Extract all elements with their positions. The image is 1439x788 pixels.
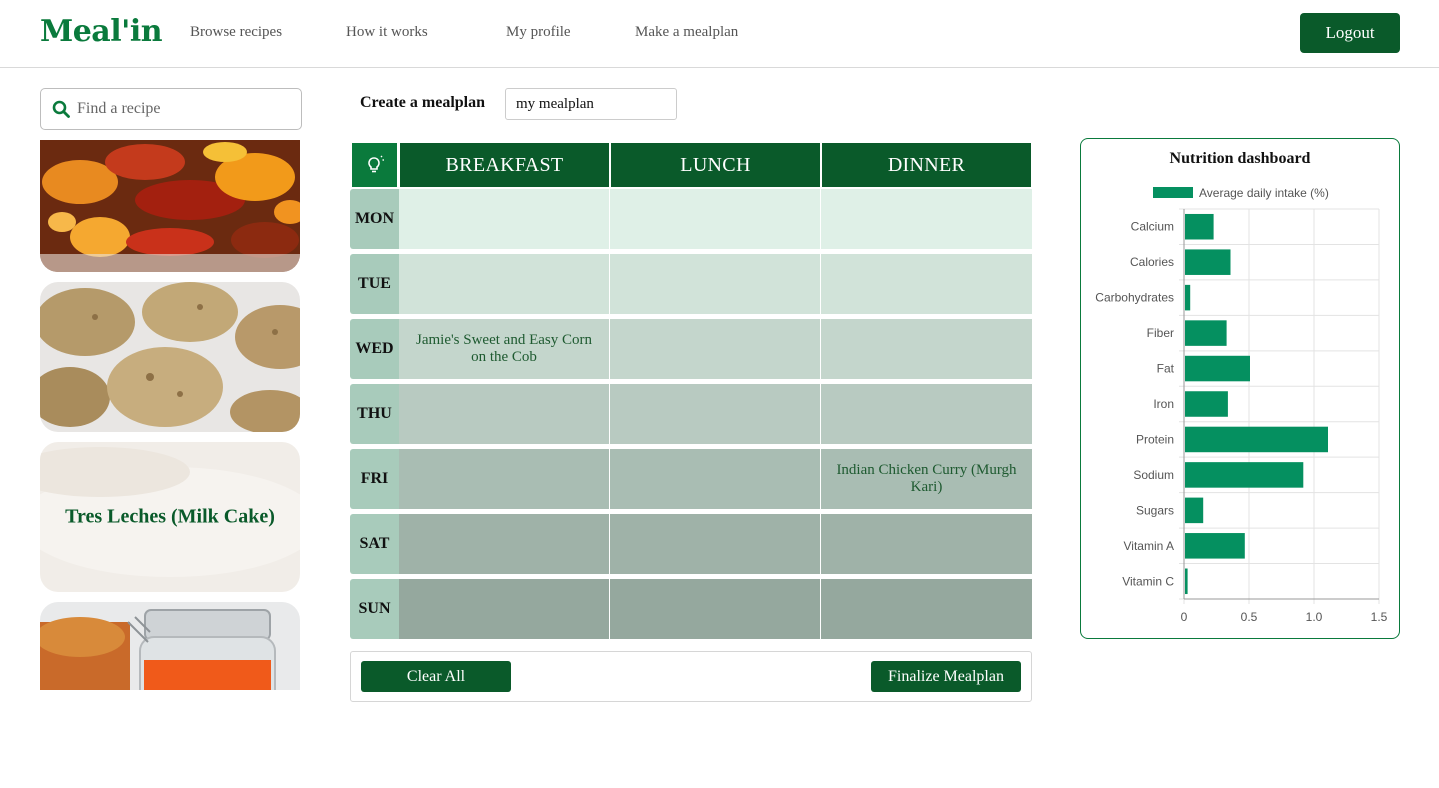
- legend-label: Average daily intake (%): [1199, 186, 1329, 200]
- mealplan-grid: BREAKFAST LUNCH DINNER MON TUE WED Jamie…: [350, 142, 1032, 640]
- meal-slot[interactable]: [610, 254, 820, 314]
- bar-sugars: [1185, 497, 1204, 524]
- y-category-label: Iron: [1153, 397, 1174, 411]
- meal-slot[interactable]: Jamie's Sweet and Easy Corn on the Cob: [399, 319, 609, 379]
- meal-slot[interactable]: [821, 384, 1032, 444]
- day-label-tue: TUE: [350, 254, 399, 314]
- x-tick-label: 1.0: [1306, 610, 1323, 624]
- meal-header-lunch: LUNCH: [611, 143, 820, 187]
- meal-slot[interactable]: [610, 189, 820, 249]
- meal-slot[interactable]: [399, 254, 609, 314]
- day-label-wed: WED: [350, 319, 399, 379]
- meal-slot[interactable]: [821, 319, 1032, 379]
- bar-sodium: [1185, 462, 1304, 488]
- clear-all-button[interactable]: Clear All: [361, 661, 511, 692]
- top-nav-bar: Meal'in Browse recipes How it works My p…: [0, 0, 1439, 68]
- finalize-mealplan-button[interactable]: Finalize Mealplan: [871, 661, 1021, 692]
- meal-slot[interactable]: [821, 514, 1032, 574]
- lightbulb-icon: [367, 155, 384, 173]
- recipe-card[interactable]: [40, 140, 300, 272]
- meal-slot[interactable]: [610, 319, 820, 379]
- y-category-label: Vitamin A: [1124, 539, 1174, 553]
- meal-slot[interactable]: [821, 579, 1032, 639]
- search-input[interactable]: [77, 95, 292, 123]
- meal-slot[interactable]: [610, 449, 820, 509]
- meal-slot[interactable]: [399, 449, 609, 509]
- x-tick-label: 0: [1181, 610, 1188, 624]
- nav-make-a-mealplan[interactable]: Make a mealplan: [635, 24, 738, 41]
- meal-slot[interactable]: [610, 384, 820, 444]
- y-category-label: Fat: [1157, 362, 1175, 376]
- bar-calcium: [1185, 213, 1214, 240]
- legend-swatch: [1153, 187, 1193, 198]
- y-category-label: Sugars: [1136, 503, 1174, 517]
- recipe-image-chicken-jar: [40, 602, 300, 690]
- bar-fat: [1185, 355, 1250, 382]
- recipe-image-roasted: [40, 140, 300, 272]
- nav-my-profile[interactable]: My profile: [506, 24, 571, 41]
- logout-button[interactable]: Logout: [1300, 13, 1400, 53]
- y-category-label: Carbohydrates: [1095, 291, 1174, 305]
- app-logo[interactable]: Meal'in: [40, 14, 163, 49]
- bar-carbohydrates: [1185, 284, 1191, 311]
- x-tick-label: 0.5: [1241, 610, 1258, 624]
- y-category-label: Calcium: [1131, 220, 1174, 234]
- day-label-fri: FRI: [350, 449, 399, 509]
- bar-vitamin-c: [1185, 568, 1188, 595]
- meal-slot[interactable]: [821, 254, 1032, 314]
- recipe-list: Tres Leches (Milk Cake): [40, 140, 300, 690]
- day-label-sat: SAT: [350, 514, 399, 574]
- bar-calories: [1185, 249, 1231, 275]
- bar-protein: [1185, 426, 1328, 453]
- bar-vitamin-a: [1185, 533, 1245, 559]
- y-category-label: Calories: [1130, 255, 1174, 269]
- recipe-card[interactable]: Tres Leches (Milk Cake): [40, 442, 300, 592]
- nav-browse-recipes[interactable]: Browse recipes: [190, 24, 282, 41]
- mealplan-actions-bar: Clear All Finalize Mealplan: [350, 651, 1032, 702]
- y-category-label: Fiber: [1147, 326, 1174, 340]
- meal-slot[interactable]: Indian Chicken Curry (Murgh Kari): [821, 449, 1032, 509]
- nutrition-dashboard-title: Nutrition dashboard: [1169, 150, 1311, 167]
- recipe-search-box: [40, 88, 302, 130]
- y-category-label: Vitamin C: [1122, 574, 1174, 588]
- meal-slot[interactable]: [821, 189, 1032, 249]
- meal-slot[interactable]: [399, 579, 609, 639]
- nutrition-dashboard: Average daily intake (%) 0 0.5 1.0 1.5 Calciu…: [1080, 138, 1400, 639]
- day-label-thu: THU: [350, 384, 399, 444]
- day-label-mon: MON: [350, 189, 399, 249]
- mealplan-name-input[interactable]: [505, 88, 677, 120]
- day-label-sun: SUN: [350, 579, 399, 639]
- bar-iron: [1185, 391, 1228, 417]
- nutrition-chart: Average daily intake (%) 0 0.5 1.0 1.5 Calciu…: [1095, 186, 1388, 624]
- recipe-card[interactable]: [40, 602, 300, 690]
- tip-button[interactable]: [352, 143, 397, 187]
- recipe-card[interactable]: [40, 282, 300, 432]
- meal-slot[interactable]: [399, 514, 609, 574]
- create-mealplan-label: Create a mealplan: [360, 94, 486, 111]
- meal-slot[interactable]: [399, 384, 609, 444]
- meal-header-dinner: DINNER: [822, 143, 1031, 187]
- y-category-label: Sodium: [1133, 468, 1174, 482]
- y-category-label: Protein: [1136, 432, 1174, 446]
- meal-slot[interactable]: [610, 579, 820, 639]
- meal-slot[interactable]: [610, 514, 820, 574]
- nav-how-it-works[interactable]: How it works: [346, 24, 428, 41]
- search-icon: [52, 100, 70, 118]
- recipe-image-cookies: [40, 282, 300, 432]
- recipe-card-title: Tres Leches (Milk Cake): [65, 505, 275, 528]
- bar-fiber: [1185, 320, 1227, 346]
- x-tick-label: 1.5: [1371, 610, 1388, 624]
- meal-slot[interactable]: [399, 189, 609, 249]
- meal-header-breakfast: BREAKFAST: [400, 143, 609, 187]
